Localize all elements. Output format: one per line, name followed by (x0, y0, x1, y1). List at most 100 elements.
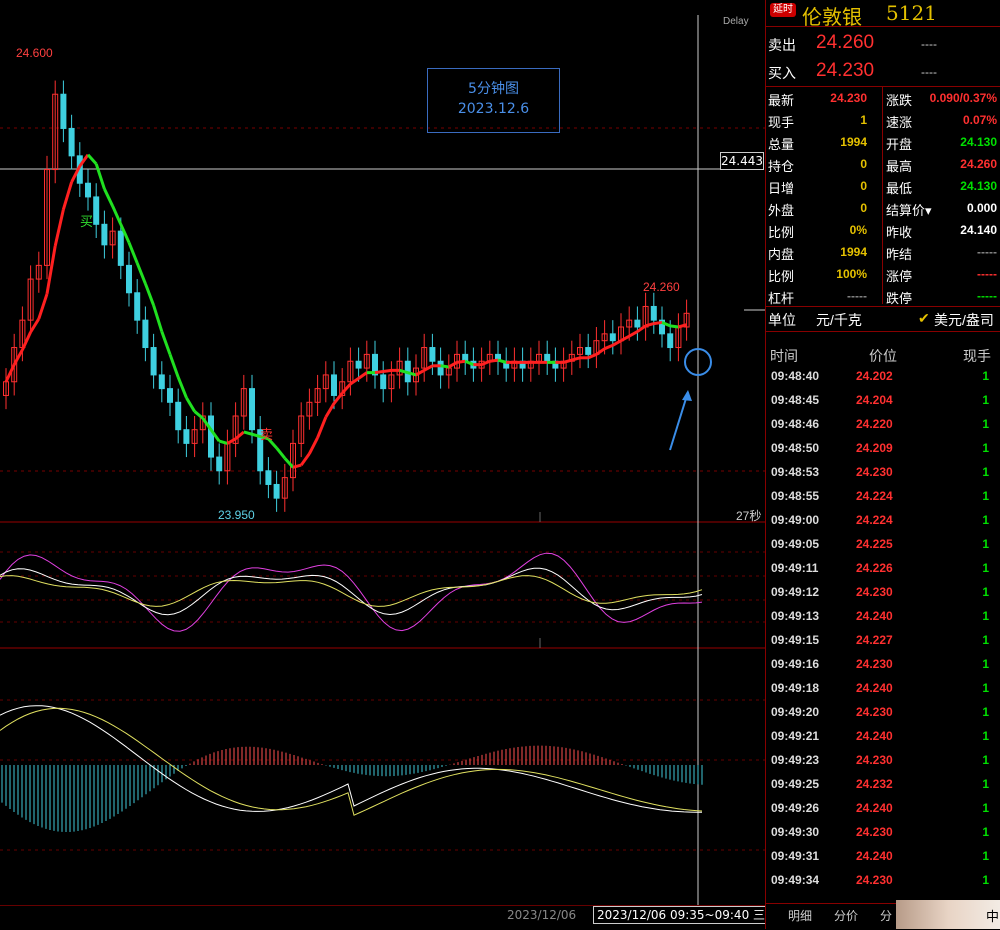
tick-time: 09:49:31 (771, 849, 820, 863)
moving-average-segment (316, 416, 328, 439)
tick-row[interactable]: 09:49:05 24.225 1 (766, 532, 1000, 556)
buy-marker: 买 (80, 214, 94, 229)
tick-row[interactable]: 09:49:21 24.240 1 (766, 724, 1000, 748)
stat-value: 24.230 (830, 91, 867, 105)
stat-label: 内盘 (768, 247, 795, 262)
candle-body (167, 388, 173, 403)
moving-average-segment (37, 293, 49, 320)
candle-body (380, 374, 387, 390)
stat-value: 100% (836, 267, 867, 281)
tick-volume: 1 (982, 561, 989, 575)
stat-label: 最新 (768, 93, 795, 108)
tick-row[interactable]: 09:49:20 24.230 1 (766, 700, 1000, 724)
moving-average-segment (29, 317, 41, 333)
tick-volume: 1 (982, 537, 989, 551)
tick-row[interactable]: 09:49:23 24.230 1 (766, 748, 1000, 772)
tick-time: 09:49:05 (771, 537, 820, 551)
countdown-label: 27秒 (736, 509, 762, 523)
stat-value: 24.140 (960, 223, 997, 237)
tab-partial[interactable]: 分 (880, 907, 892, 924)
tick-volume: 1 (982, 801, 989, 815)
tick-time: 09:49:11 (771, 561, 819, 575)
annotation-arrow (669, 391, 689, 451)
low-price-label: 23.950 (218, 508, 255, 522)
tick-row[interactable]: 09:49:13 24.240 1 (766, 604, 1000, 628)
tick-row[interactable]: 09:49:12 24.230 1 (766, 580, 1000, 604)
candlestick-chart[interactable] (0, 0, 765, 905)
stats-divider (882, 86, 883, 304)
tick-row[interactable]: 09:49:15 24.227 1 (766, 628, 1000, 652)
stat-label: 昨收 (886, 225, 913, 240)
tick-row[interactable]: 09:48:46 24.220 1 (766, 412, 1000, 436)
delay-badge: 延时 (770, 3, 796, 17)
moving-average-segment (612, 339, 622, 347)
tick-volume: 1 (982, 729, 989, 743)
candle-body (93, 196, 100, 225)
moving-average-segment (21, 331, 32, 351)
moving-average-segment (243, 430, 253, 436)
tick-price: 24.240 (856, 801, 893, 815)
buy-quote-row: 买入 24.230 ---- (766, 57, 1000, 85)
sell-volume: ---- (921, 37, 937, 51)
tick-row[interactable]: 09:49:11 24.226 1 (766, 556, 1000, 580)
unit-usd-oz[interactable]: 美元/盎司 (934, 310, 994, 330)
tick-time: 09:49:26 (771, 801, 820, 815)
tick-row[interactable]: 09:49:25 24.232 1 (766, 772, 1000, 796)
tick-time: 09:48:40 (771, 369, 820, 383)
tab-price-distribution[interactable]: 分价 (834, 907, 858, 924)
stat-value: 0.090/0.37% (929, 91, 997, 105)
tick-row[interactable]: 09:48:40 24.202 1 (766, 364, 1000, 388)
tick-row[interactable]: 09:49:16 24.230 1 (766, 652, 1000, 676)
tick-price: 24.230 (856, 657, 893, 671)
unit-selector[interactable]: 单位 元/千克 ✔ 美元/盎司 (766, 306, 1000, 332)
tick-time: 09:49:20 (771, 705, 820, 719)
stats-row: 日增 0 最低 24.130 (766, 175, 1000, 197)
stat-value: 0 (860, 179, 867, 193)
moving-average-segment (620, 334, 630, 343)
moving-average-segment (423, 364, 434, 372)
tick-row[interactable]: 09:48:50 24.209 1 (766, 436, 1000, 460)
tick-price: 24.225 (856, 537, 893, 551)
stat-label: 昨结 (886, 247, 913, 262)
tick-row[interactable]: 09:49:18 24.240 1 (766, 676, 1000, 700)
tick-row[interactable]: 09:48:55 24.224 1 (766, 484, 1000, 508)
tab-detail[interactable]: 明细 (788, 907, 812, 924)
moving-average-segment (4, 364, 16, 383)
moving-average-segment (168, 353, 180, 378)
tick-row[interactable]: 09:48:53 24.230 1 (766, 460, 1000, 484)
sell-price: 24.260 (816, 32, 875, 53)
tick-row[interactable]: 09:49:34 24.230 1 (766, 868, 1000, 892)
moving-average-segment (382, 368, 392, 373)
stat-label: 外盘 (768, 203, 795, 218)
tick-price: 24.230 (856, 873, 893, 887)
unit-cny-kg[interactable]: 元/千克 (816, 310, 862, 330)
ticks-header-time: 时间 (770, 348, 798, 364)
moving-average-segment (176, 376, 188, 399)
tick-row[interactable]: 09:49:31 24.240 1 (766, 844, 1000, 868)
moving-average-segment (341, 383, 352, 395)
moving-average-segment (448, 361, 458, 369)
time-axis-date: 2023/12/06 (507, 908, 577, 922)
tick-volume: 1 (982, 873, 989, 887)
moving-average-segment (193, 410, 204, 420)
moving-average-segment (604, 343, 614, 351)
candle-body (355, 360, 362, 369)
candle-body (544, 353, 551, 362)
candle-body (429, 347, 436, 362)
moving-average-segment (160, 331, 172, 355)
tick-volume: 1 (982, 465, 989, 479)
tick-price: 24.240 (856, 609, 893, 623)
tick-time: 09:48:53 (771, 465, 820, 479)
tick-row[interactable]: 09:49:00 24.224 1 (766, 508, 1000, 532)
tick-price: 24.202 (856, 369, 893, 383)
moving-average-segment (218, 439, 228, 445)
tick-row[interactable]: 09:49:30 24.230 1 (766, 820, 1000, 844)
tick-row[interactable]: 09:48:45 24.204 1 (766, 388, 1000, 412)
stat-label: 跌停 (886, 291, 913, 306)
tick-price: 24.209 (856, 441, 893, 455)
candle-body (273, 483, 280, 499)
chart-area[interactable]: Delay 24.600 23.950 24.260 27秒 买 卖 24.44… (0, 0, 765, 905)
candle-body (331, 374, 337, 396)
stat-value: ----- (977, 289, 997, 303)
tick-row[interactable]: 09:49:26 24.240 1 (766, 796, 1000, 820)
